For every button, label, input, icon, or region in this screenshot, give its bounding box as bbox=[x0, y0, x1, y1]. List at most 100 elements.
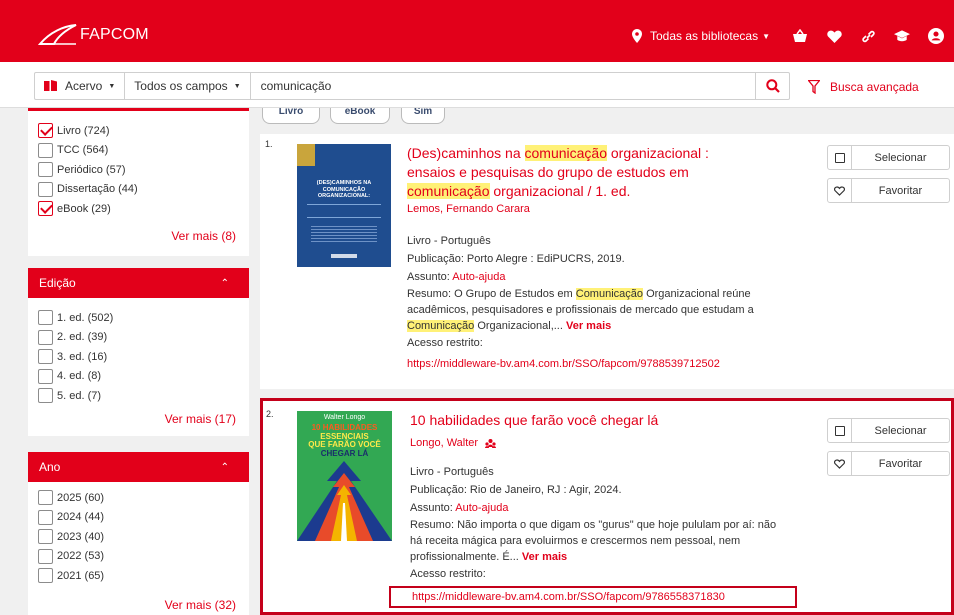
facet-option[interactable]: 1. ed. (502) bbox=[38, 308, 249, 328]
select-button[interactable]: Selecionar bbox=[827, 145, 950, 170]
caret-down-icon: ▼ bbox=[108, 82, 116, 90]
see-more-link[interactable]: Ver mais bbox=[566, 320, 611, 332]
search-input[interactable] bbox=[250, 73, 755, 99]
facet-type: Livro (724) TCC (564) Periódico (57) Dis… bbox=[28, 108, 249, 256]
chevron-up-icon: ⌃ bbox=[220, 277, 229, 289]
access-url-link[interactable]: https://middleware-bv.am4.com.br/SSO/fap… bbox=[389, 586, 797, 608]
search-button[interactable] bbox=[755, 73, 789, 99]
field-dropdown[interactable]: Todos os campos ▼ bbox=[125, 73, 251, 99]
checkbox[interactable] bbox=[38, 490, 53, 506]
facet-title: Ano bbox=[39, 460, 61, 474]
checkbox[interactable] bbox=[38, 509, 53, 525]
type-language: Livro - Português bbox=[410, 466, 494, 478]
field-dropdown-label: Todos os campos bbox=[134, 79, 228, 93]
checkbox[interactable] bbox=[38, 568, 53, 584]
book-cover[interactable]: (DES)CAMINHOS NA COMUNICAÇÃO ORGANIZACIO… bbox=[297, 144, 391, 267]
facet-option[interactable]: Periódico (57) bbox=[38, 160, 249, 180]
facet-option[interactable]: Dissertação (44) bbox=[38, 180, 249, 200]
heart-outline-icon bbox=[834, 458, 845, 469]
book-cover[interactable]: Walter Longo 10 HABILIDADES ESSENCIAIS Q… bbox=[297, 411, 392, 541]
subject-link[interactable]: Auto-ajuda bbox=[455, 502, 508, 514]
facet-option[interactable]: 2022 (53) bbox=[38, 547, 249, 567]
checkbox[interactable] bbox=[38, 142, 53, 158]
result-title-link[interactable]: (Des)caminhos na comunicação organizacio… bbox=[407, 144, 709, 201]
graduation-cap-icon[interactable] bbox=[894, 28, 910, 44]
see-more-link[interactable]: Ver mais (17) bbox=[28, 412, 249, 426]
checkbox[interactable] bbox=[38, 329, 53, 345]
see-more-link[interactable]: Ver mais (32) bbox=[28, 598, 249, 612]
see-more-link[interactable]: Ver mais (8) bbox=[28, 229, 249, 243]
access-label: Acesso restrito: bbox=[407, 337, 483, 349]
advanced-search-label: Busca avançada bbox=[830, 80, 919, 94]
facet-option[interactable]: 2023 (40) bbox=[38, 527, 249, 547]
library-selector[interactable]: Todas as bibliotecas ▼ bbox=[632, 29, 770, 43]
result-details: Livro - Português Publicação: Porto Aleg… bbox=[407, 232, 817, 373]
publication: Publicação: Rio de Janeiro, RJ : Agir, 2… bbox=[410, 484, 622, 496]
link-icon[interactable] bbox=[860, 28, 876, 44]
facet-option[interactable]: 5. ed. (7) bbox=[38, 386, 249, 406]
facet-option[interactable]: 2025 (60) bbox=[38, 488, 249, 508]
heart-icon[interactable] bbox=[826, 28, 842, 44]
author-link[interactable]: Lemos, Fernando Carara bbox=[407, 203, 530, 215]
checkbox[interactable] bbox=[38, 388, 53, 404]
type-language: Livro - Português bbox=[407, 235, 491, 247]
cover-title: 10 HABILIDADES ESSENCIAIS QUE FARÃO VOCÊ… bbox=[308, 423, 381, 458]
brand-logo[interactable]: FAPCOM bbox=[38, 22, 149, 48]
result-title-link[interactable]: 10 habilidades que farão você chegar lá bbox=[410, 411, 658, 430]
access-url-link[interactable]: https://middleware-bv.am4.com.br/SSO/fap… bbox=[407, 355, 817, 373]
select-button[interactable]: Selecionar bbox=[827, 418, 950, 443]
basket-icon[interactable] bbox=[792, 28, 808, 44]
subject-link[interactable]: Auto-ajuda bbox=[452, 271, 505, 283]
caret-down-icon: ▼ bbox=[762, 31, 770, 41]
heart-outline-icon bbox=[834, 185, 845, 196]
checkbox[interactable] bbox=[38, 310, 53, 326]
facet-option[interactable]: 3. ed. (16) bbox=[38, 347, 249, 367]
collection-dropdown-label: Acervo bbox=[65, 79, 103, 93]
search-icon bbox=[765, 79, 780, 93]
library-selector-label: Todas as bibliotecas bbox=[650, 29, 759, 43]
checkbox[interactable] bbox=[38, 548, 53, 564]
result-card: 1. (DES)CAMINHOS NA COMUNICAÇÃO ORGANIZA… bbox=[260, 134, 954, 389]
search-bar-row: Acervo ▼ Todos os campos ▼ Busca avançad… bbox=[0, 62, 954, 108]
chevron-up-icon: ⌃ bbox=[220, 461, 229, 473]
checkbox-square-icon bbox=[834, 425, 845, 436]
cover-title: (DES)CAMINHOS NA COMUNICAÇÃO ORGANIZACIO… bbox=[316, 180, 372, 199]
brand-swoosh-icon bbox=[38, 24, 77, 45]
checkbox[interactable] bbox=[38, 529, 53, 545]
facet-option[interactable]: 2021 (65) bbox=[38, 566, 249, 586]
filter-chip-livro[interactable]: Livro bbox=[262, 108, 320, 124]
collection-dropdown[interactable]: Acervo ▼ bbox=[35, 73, 126, 99]
see-more-link[interactable]: Ver mais bbox=[522, 551, 567, 563]
facet-edition: Edição ⌃ 1. ed. (502) 2. ed. (39) 3. ed.… bbox=[28, 268, 249, 436]
facet-header[interactable]: Edição ⌃ bbox=[28, 268, 249, 298]
facet-header[interactable]: Ano ⌃ bbox=[28, 452, 249, 482]
facet-option[interactable]: 2. ed. (39) bbox=[38, 328, 249, 348]
cover-author: Walter Longo bbox=[323, 414, 366, 421]
location-pin-icon bbox=[632, 29, 642, 43]
cover-arrows-art bbox=[297, 461, 392, 541]
user-icon[interactable] bbox=[928, 28, 944, 44]
checkbox[interactable] bbox=[38, 162, 53, 178]
checkbox[interactable] bbox=[38, 349, 53, 365]
facet-year: Ano ⌃ 2025 (60) 2024 (44) 2023 (40) 2022… bbox=[28, 452, 249, 615]
filter-chip-sim[interactable]: Sim bbox=[401, 108, 445, 124]
facet-option[interactable]: 4. ed. (8) bbox=[38, 367, 249, 387]
filter-chip-ebook[interactable]: eBook bbox=[330, 108, 390, 124]
summary: Resumo: O Grupo de Estudos em Comunicaçã… bbox=[407, 288, 754, 332]
favorite-button[interactable]: Favoritar bbox=[827, 451, 950, 476]
advanced-search-link[interactable]: Busca avançada bbox=[808, 80, 919, 94]
checkbox-checked[interactable] bbox=[38, 201, 53, 217]
result-details: Livro - Português Publicação: Rio de Jan… bbox=[389, 463, 830, 608]
checkbox[interactable] bbox=[38, 181, 53, 197]
facet-option[interactable]: eBook (29) bbox=[38, 199, 249, 219]
book-icon bbox=[44, 80, 57, 91]
facet-option[interactable]: Livro (724) bbox=[38, 121, 249, 141]
facet-option[interactable]: 2024 (44) bbox=[38, 508, 249, 528]
favorite-button[interactable]: Favoritar bbox=[827, 178, 950, 203]
facet-option[interactable]: TCC (564) bbox=[38, 141, 249, 161]
checkbox[interactable] bbox=[38, 368, 53, 384]
result-number: 1. bbox=[265, 139, 273, 149]
checkbox-checked[interactable] bbox=[38, 123, 53, 139]
publication: Publicação: Porto Alegre : EdiPUCRS, 201… bbox=[407, 253, 625, 265]
author-link[interactable]: Longo, Walter bbox=[410, 437, 497, 449]
